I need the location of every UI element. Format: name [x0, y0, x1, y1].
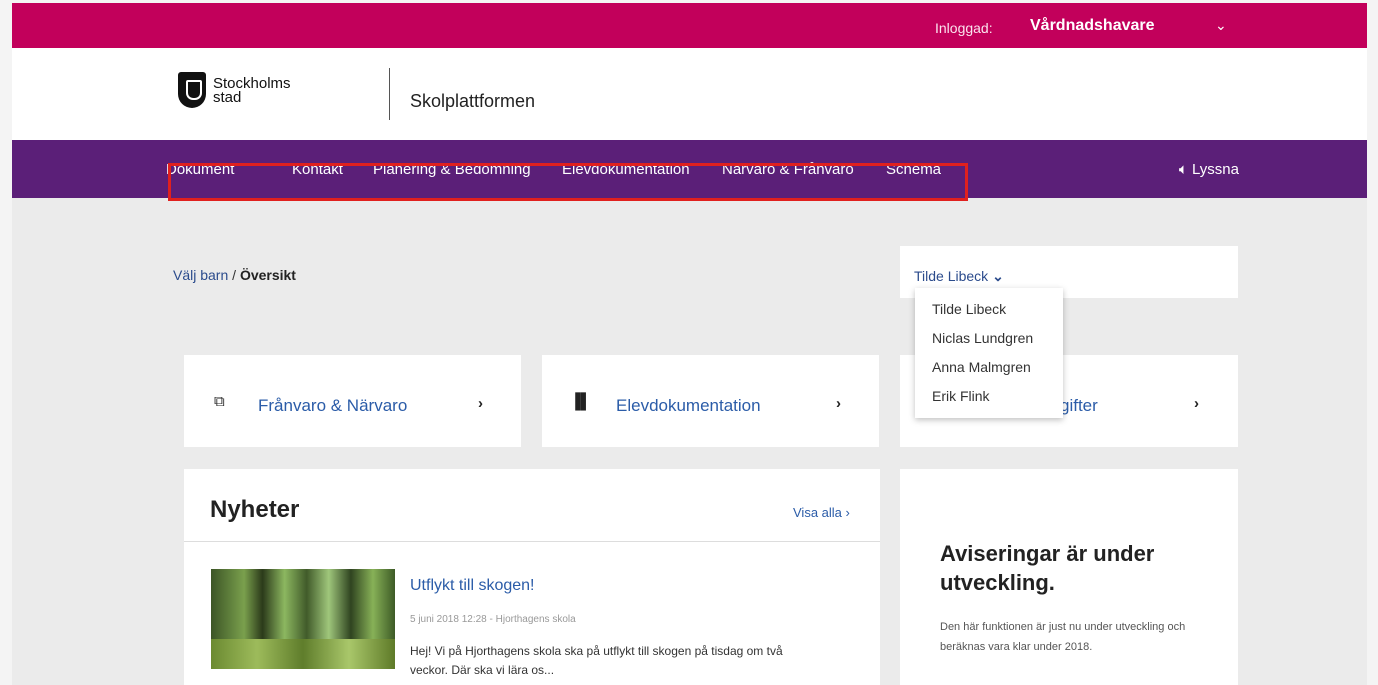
chevron-down-icon[interactable]: ⌄: [1215, 17, 1227, 34]
news-divider: [184, 541, 880, 542]
card-label: Frånvaro & Närvaro: [258, 396, 408, 415]
card-franvaro[interactable]: ⧉ Frånvaro & Närvaro ›: [184, 355, 521, 447]
card-label: Elevdokumentation: [616, 396, 761, 415]
child-dropdown-menu: Tilde Libeck Niclas Lundgren Anna Malmgr…: [915, 288, 1063, 418]
stockholm-crest-logo[interactable]: [178, 72, 206, 108]
view-all-link[interactable]: Visa alla ›: [793, 505, 850, 520]
news-heading: Nyheter: [210, 496, 300, 523]
listen-label: Lyssna: [1192, 161, 1239, 178]
role-selector[interactable]: Vårdnadshavare: [1030, 17, 1155, 35]
logo-line-2: stad: [213, 89, 242, 106]
header-divider: [389, 68, 390, 120]
chevron-right-icon: ›: [478, 395, 483, 412]
nav-highlight-box: [168, 163, 968, 201]
news-thumbnail-forest[interactable]: [211, 569, 395, 669]
child-selected-name[interactable]: Tilde Libeck ⌄: [914, 268, 1004, 285]
news-panel: Nyheter Visa alla › Utflykt till skogen!…: [184, 469, 880, 685]
chevron-right-icon: ›: [836, 395, 841, 412]
card-elevdokumentation[interactable]: ▐▌ Elevdokumentation ›: [542, 355, 879, 447]
child-option[interactable]: Anna Malmgren: [932, 359, 1031, 375]
top-bar: Inloggad: Vårdnadshavare ⌄: [12, 3, 1367, 48]
notice-text: Den här funktionen är just nu under utve…: [940, 621, 1186, 653]
listen-button[interactable]: 🔈︎ Lyssna: [1179, 161, 1239, 178]
notice-panel: Aviseringar är under utveckling. Den här…: [900, 469, 1238, 685]
chevron-right-icon: ›: [1194, 395, 1199, 412]
news-item-body: Hej! Vi på Hjorthagens skola ska på utfl…: [410, 644, 783, 677]
platform-title: Skolplattformen: [410, 91, 536, 111]
speaker-icon: 🔈︎: [1178, 161, 1188, 178]
site-header: Stockholms stad Skolplattformen: [12, 48, 1367, 140]
calendar-icon: ⧉: [214, 393, 225, 410]
book-icon: ▐▌: [570, 393, 592, 410]
logo-text[interactable]: Stockholms stad: [213, 76, 291, 106]
breadcrumb-current: Översikt: [239, 267, 296, 283]
notice-heading: Aviseringar är under utveckling.: [940, 541, 1155, 595]
breadcrumb-link[interactable]: Välj barn: [173, 267, 228, 283]
news-item-title[interactable]: Utflykt till skogen!: [410, 577, 534, 595]
breadcrumb: Välj barn / Översikt: [173, 267, 296, 283]
breadcrumb-separator: /: [228, 267, 240, 283]
news-item-meta: 5 juni 2018 12:28 - Hjorthagens skola: [410, 614, 576, 625]
chevron-down-icon: ⌄: [992, 268, 1004, 284]
child-option[interactable]: Erik Flink: [932, 388, 990, 404]
page-frame: Inloggad: Vårdnadshavare ⌄ Stockholms st…: [12, 3, 1367, 685]
logged-in-label: Inloggad:: [935, 20, 993, 36]
child-option[interactable]: Niclas Lundgren: [932, 330, 1033, 346]
child-option[interactable]: Tilde Libeck: [932, 301, 1006, 317]
card-label-partial: gifter: [1060, 396, 1098, 415]
